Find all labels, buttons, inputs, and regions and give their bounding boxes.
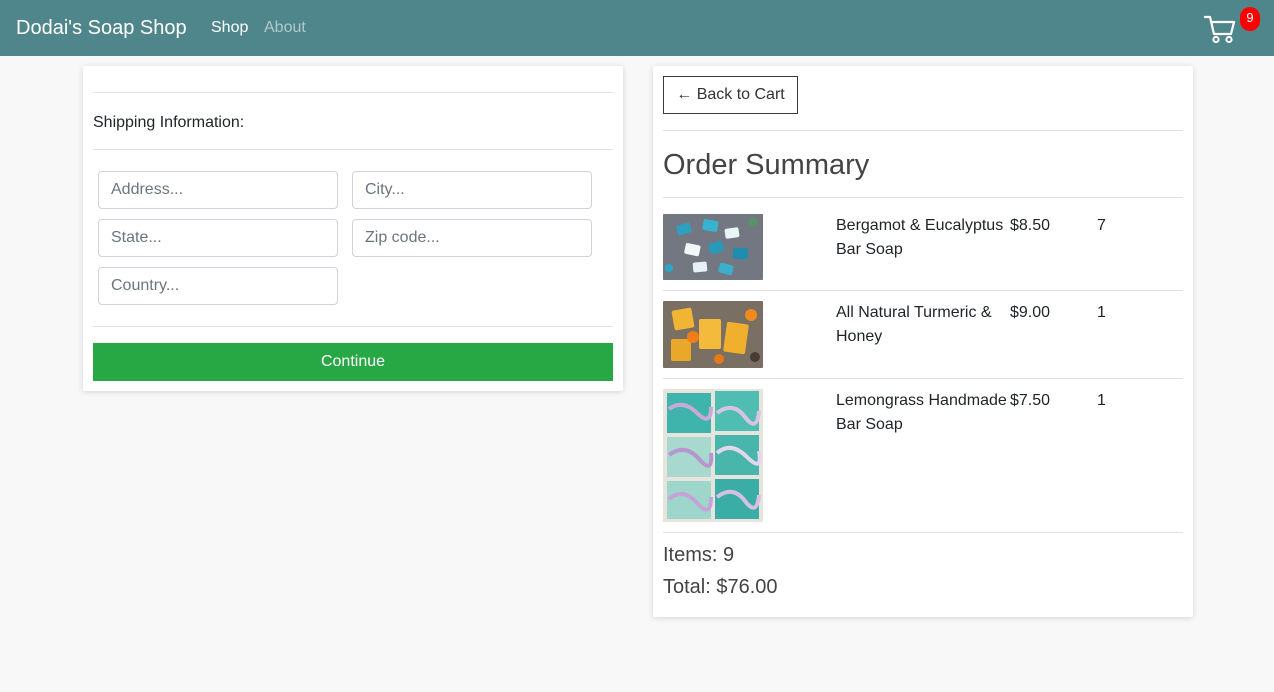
item-price: $7.50: [1010, 392, 1051, 409]
zip-code-input[interactable]: [352, 219, 592, 257]
address-input[interactable]: [98, 171, 338, 209]
items-count: Items: 9: [663, 544, 735, 566]
item-quantity: 1: [1097, 392, 1106, 409]
order-summary-card: ← Back to Cart Order Summary Bergamot & …: [653, 66, 1193, 617]
item-price: $8.50: [1010, 217, 1051, 234]
shipping-form-card: Shipping Information: Continue: [83, 66, 623, 391]
continue-button[interactable]: Continue: [93, 343, 613, 381]
brand-logo-text[interactable]: Dodai's Soap Shop: [16, 16, 187, 40]
divider: [93, 92, 613, 93]
order-item-row: Bergamot & Eucalyptus Bar Soap $8.50 7: [663, 214, 1183, 280]
nav-link-shop[interactable]: Shop: [211, 18, 248, 38]
back-to-cart-button[interactable]: ← Back to Cart: [663, 76, 798, 114]
divider: [663, 197, 1183, 198]
item-quantity: 7: [1097, 217, 1106, 234]
item-price: $9.00: [1010, 304, 1051, 321]
divider: [663, 290, 1183, 291]
divider: [663, 532, 1183, 533]
divider: [663, 378, 1183, 379]
state-input[interactable]: [98, 219, 338, 257]
country-input[interactable]: [98, 267, 338, 305]
product-image-lemongrass: [663, 389, 763, 522]
item-quantity: 1: [1097, 304, 1106, 321]
cart-count-badge: 9: [1240, 7, 1260, 31]
product-image-bergamot: [663, 214, 763, 280]
divider: [93, 149, 613, 150]
item-name: All Natural Turmeric & Honey: [836, 304, 992, 345]
city-input[interactable]: [352, 171, 592, 209]
order-item-row: All Natural Turmeric & Honey $9.00 1: [663, 301, 1183, 368]
order-total: Total: $76.00: [663, 576, 778, 598]
divider: [93, 326, 613, 327]
item-name: Bergamot & Eucalyptus Bar Soap: [836, 217, 1004, 258]
top-navbar: Dodai's Soap Shop Shop About 9: [0, 0, 1274, 56]
item-name: Lemongrass Handmade Bar Soap: [836, 392, 1007, 433]
divider: [663, 130, 1183, 131]
shipping-info-heading: Shipping Information:: [93, 114, 245, 131]
nav-link-about[interactable]: About: [264, 18, 306, 38]
order-item-row: Lemongrass Handmade Bar Soap $7.50 1: [663, 389, 1183, 522]
order-summary-title: Order Summary: [663, 149, 870, 181]
product-image-turmeric: [663, 301, 763, 368]
cart-icon[interactable]: [1204, 14, 1236, 44]
